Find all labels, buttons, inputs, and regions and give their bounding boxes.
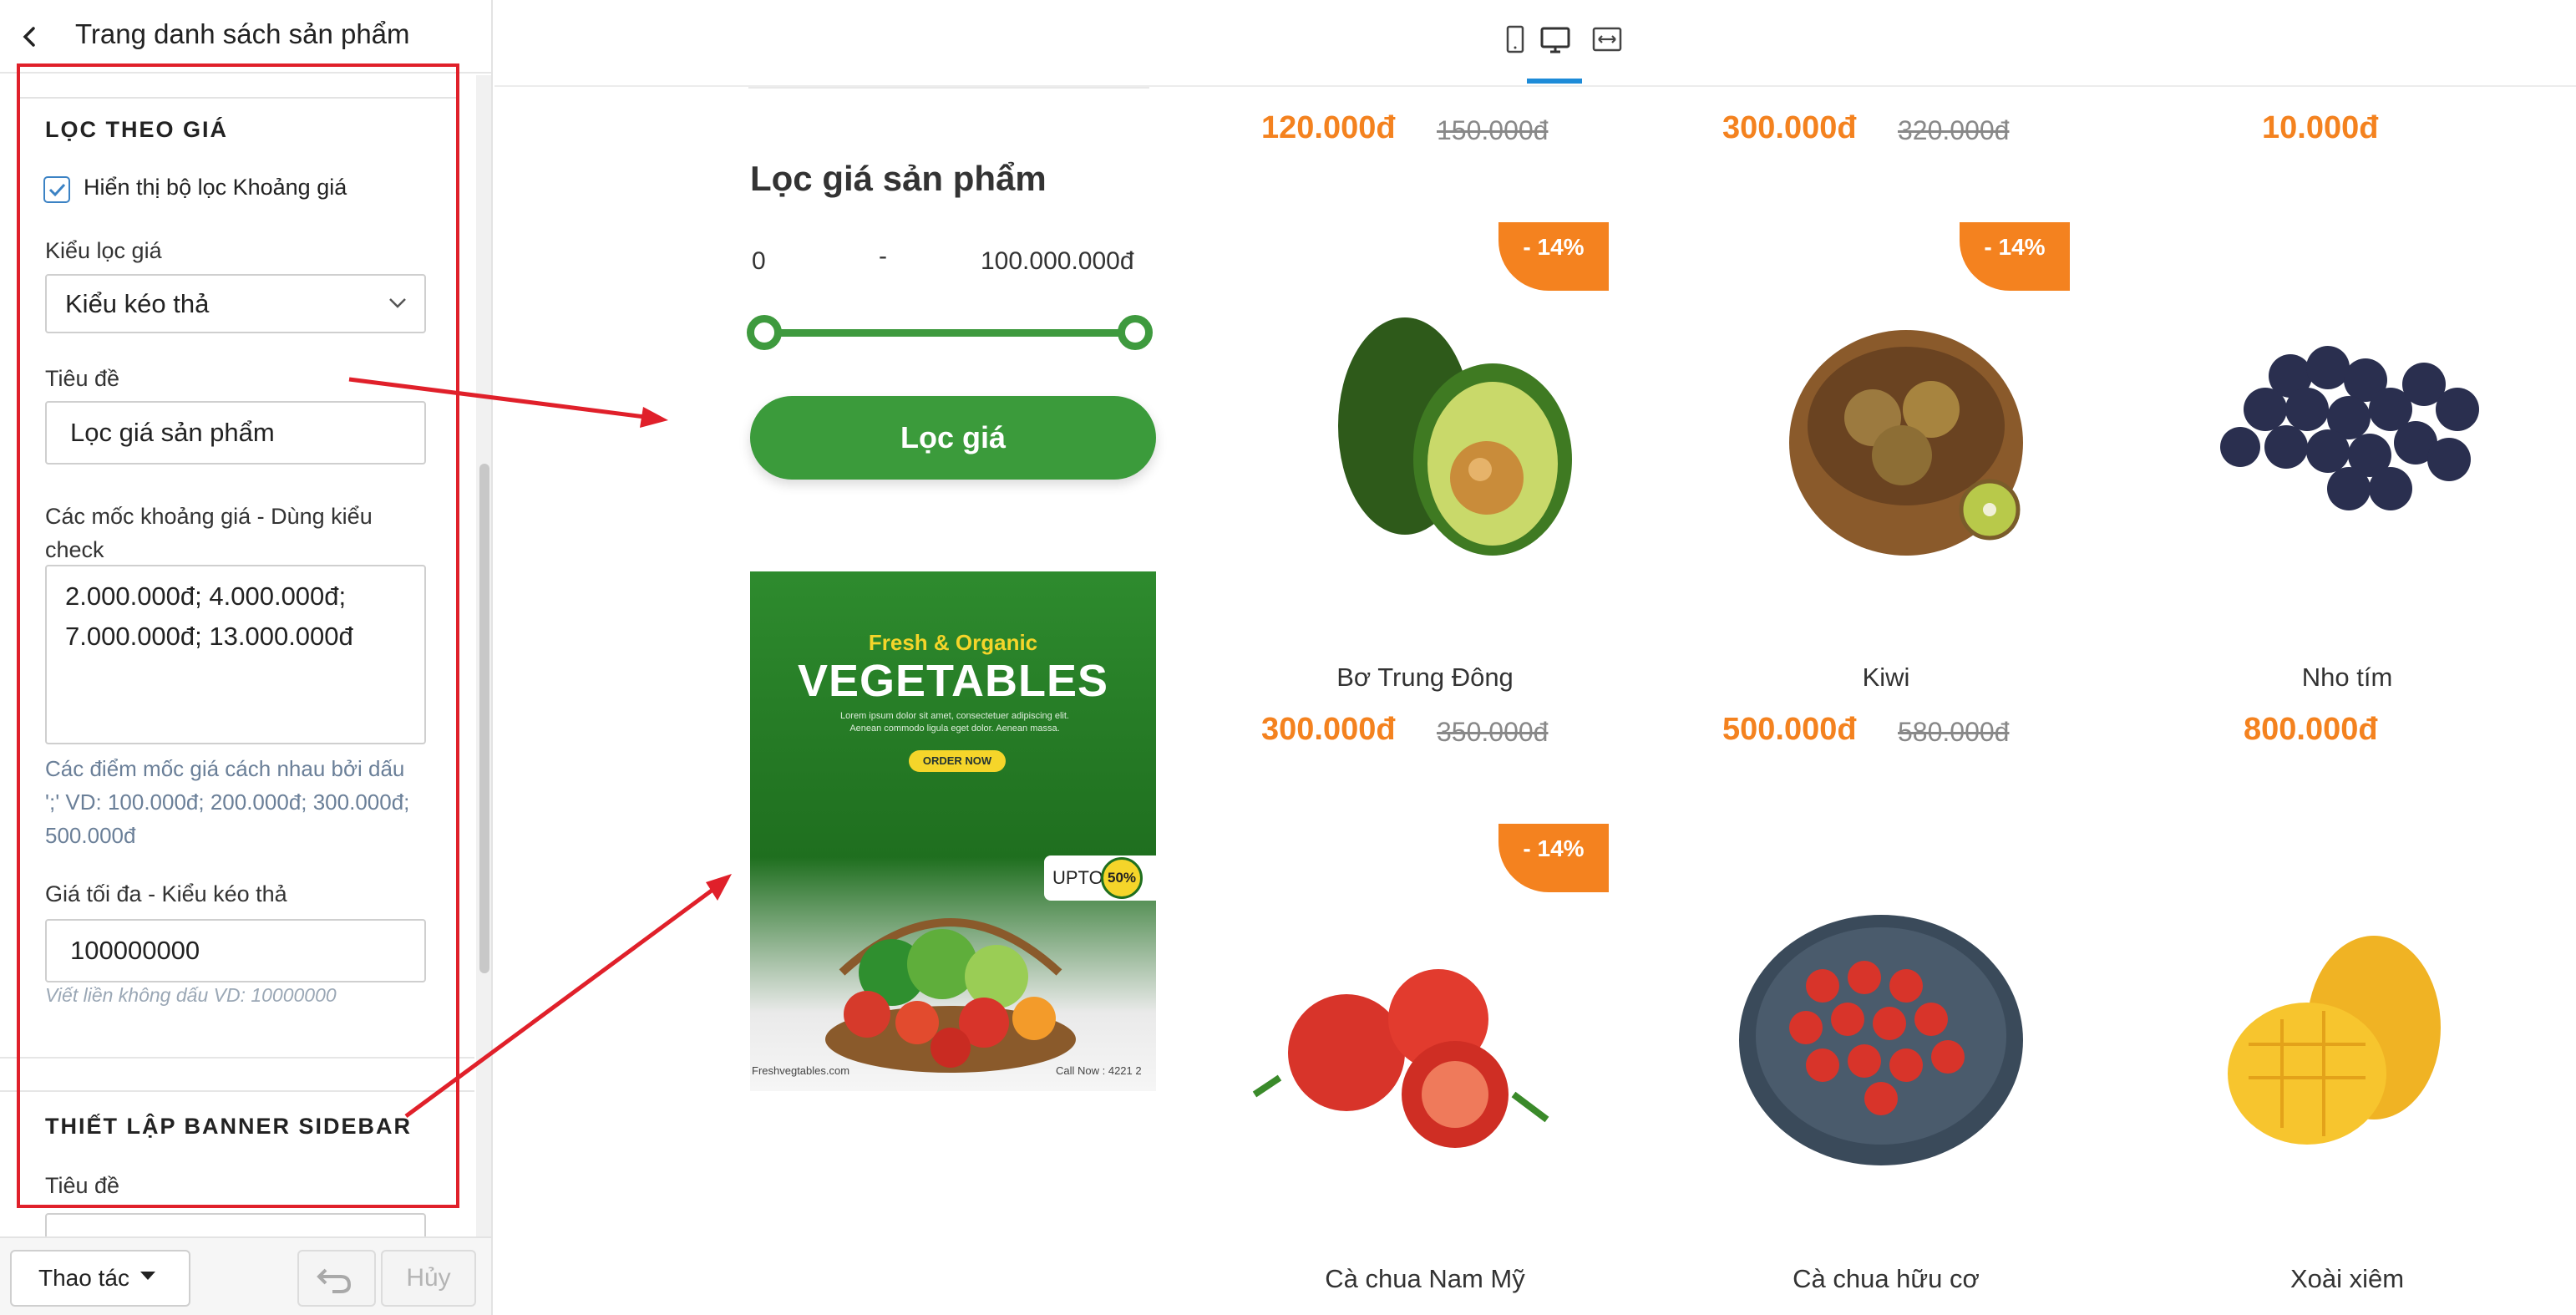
purple-grapes-image[interactable] — [2165, 301, 2524, 551]
actions-button[interactable]: Thao tác — [10, 1250, 190, 1307]
active-device-indicator — [1527, 79, 1582, 84]
cancel-button[interactable]: Hủy — [381, 1250, 476, 1307]
undo-icon — [317, 1268, 352, 1293]
discount-badge: - 14% — [1498, 222, 1609, 291]
tomatoes-image[interactable] — [1246, 927, 1580, 1153]
highlight-box — [17, 63, 459, 1208]
product-price: 10.000đ — [2262, 110, 2379, 145]
panel-header: Trang danh sách sản phẩm — [0, 0, 491, 74]
banner-body-text: Lorem ipsum dolor sit amet, consectetuer… — [840, 711, 1069, 734]
kiwi-basket-image[interactable] — [1747, 301, 2065, 568]
product-price: 300.000đ — [1261, 712, 1396, 747]
product-name[interactable]: Bơ Trung Đông — [1208, 663, 1642, 693]
undo-button[interactable] — [297, 1250, 376, 1307]
cherry-tomatoes-plate-image[interactable] — [1722, 902, 2040, 1170]
device-toolbar — [494, 0, 2576, 87]
price-slider-min-handle[interactable] — [747, 315, 782, 350]
widget-divider — [748, 87, 1149, 89]
panel-title: Trang danh sách sản phẩm — [75, 18, 410, 49]
product-old-price: 580.000đ — [1898, 717, 2010, 747]
product-name[interactable]: Xoài xiêm — [2130, 1264, 2564, 1294]
product-price: 500.000đ — [1722, 712, 1857, 747]
preview-canvas: Lọc giá sản phẩm 0 - 100.000.000đ Lọc gi… — [494, 0, 2576, 1315]
scrollbar-thumb[interactable] — [479, 464, 489, 973]
price-filter-title: Lọc giá sản phẩm — [750, 159, 1047, 198]
banner-discount-badge: 50% — [1101, 857, 1143, 899]
fullwidth-icon[interactable] — [1589, 22, 1625, 58]
banner-order-button: ORDER NOW — [909, 750, 1006, 772]
product-name[interactable]: Kiwi — [1669, 663, 2103, 693]
product-old-price: 320.000đ — [1898, 115, 2010, 145]
filter-price-button[interactable]: Lọc giá — [750, 396, 1156, 480]
product-name[interactable]: Cà chua hữu cơ — [1669, 1264, 2103, 1294]
price-max-value: 100.000.000đ — [981, 247, 1134, 275]
product-name[interactable]: Cà chua Nam Mỹ — [1208, 1264, 1642, 1294]
caret-down-icon — [140, 1272, 155, 1280]
banner-website: Freshvegtables.com — [752, 1064, 850, 1077]
product-name[interactable]: Nho tím — [2130, 663, 2564, 693]
price-slider-track[interactable] — [763, 329, 1141, 337]
product-old-price: 350.000đ — [1437, 717, 1549, 747]
banner-phone: Call Now : 4221 2 — [1056, 1064, 1142, 1077]
mango-image[interactable] — [2198, 919, 2474, 1161]
back-chevron-icon[interactable] — [15, 22, 45, 52]
product-old-price: 150.000đ — [1437, 115, 1549, 145]
discount-badge: - 14% — [1498, 824, 1609, 892]
discount-badge: - 14% — [1960, 222, 2070, 291]
price-separator: - — [879, 242, 887, 270]
product-price: 120.000đ — [1261, 110, 1396, 145]
mobile-device-icon[interactable] — [1497, 22, 1534, 58]
avocado-image[interactable] — [1296, 284, 1614, 585]
banner-headline: VEGETABLES — [797, 656, 1109, 706]
product-price: 800.000đ — [2244, 712, 2378, 747]
sidebar-banner[interactable]: Fresh & Organic VEGETABLES Lorem ipsum d… — [750, 571, 1156, 1091]
price-min-value: 0 — [752, 247, 766, 275]
banner-tagline: Fresh & Organic — [868, 630, 1038, 655]
price-slider-max-handle[interactable] — [1118, 315, 1153, 350]
product-price: 300.000đ — [1722, 110, 1857, 145]
desktop-device-icon[interactable] — [1537, 22, 1574, 58]
